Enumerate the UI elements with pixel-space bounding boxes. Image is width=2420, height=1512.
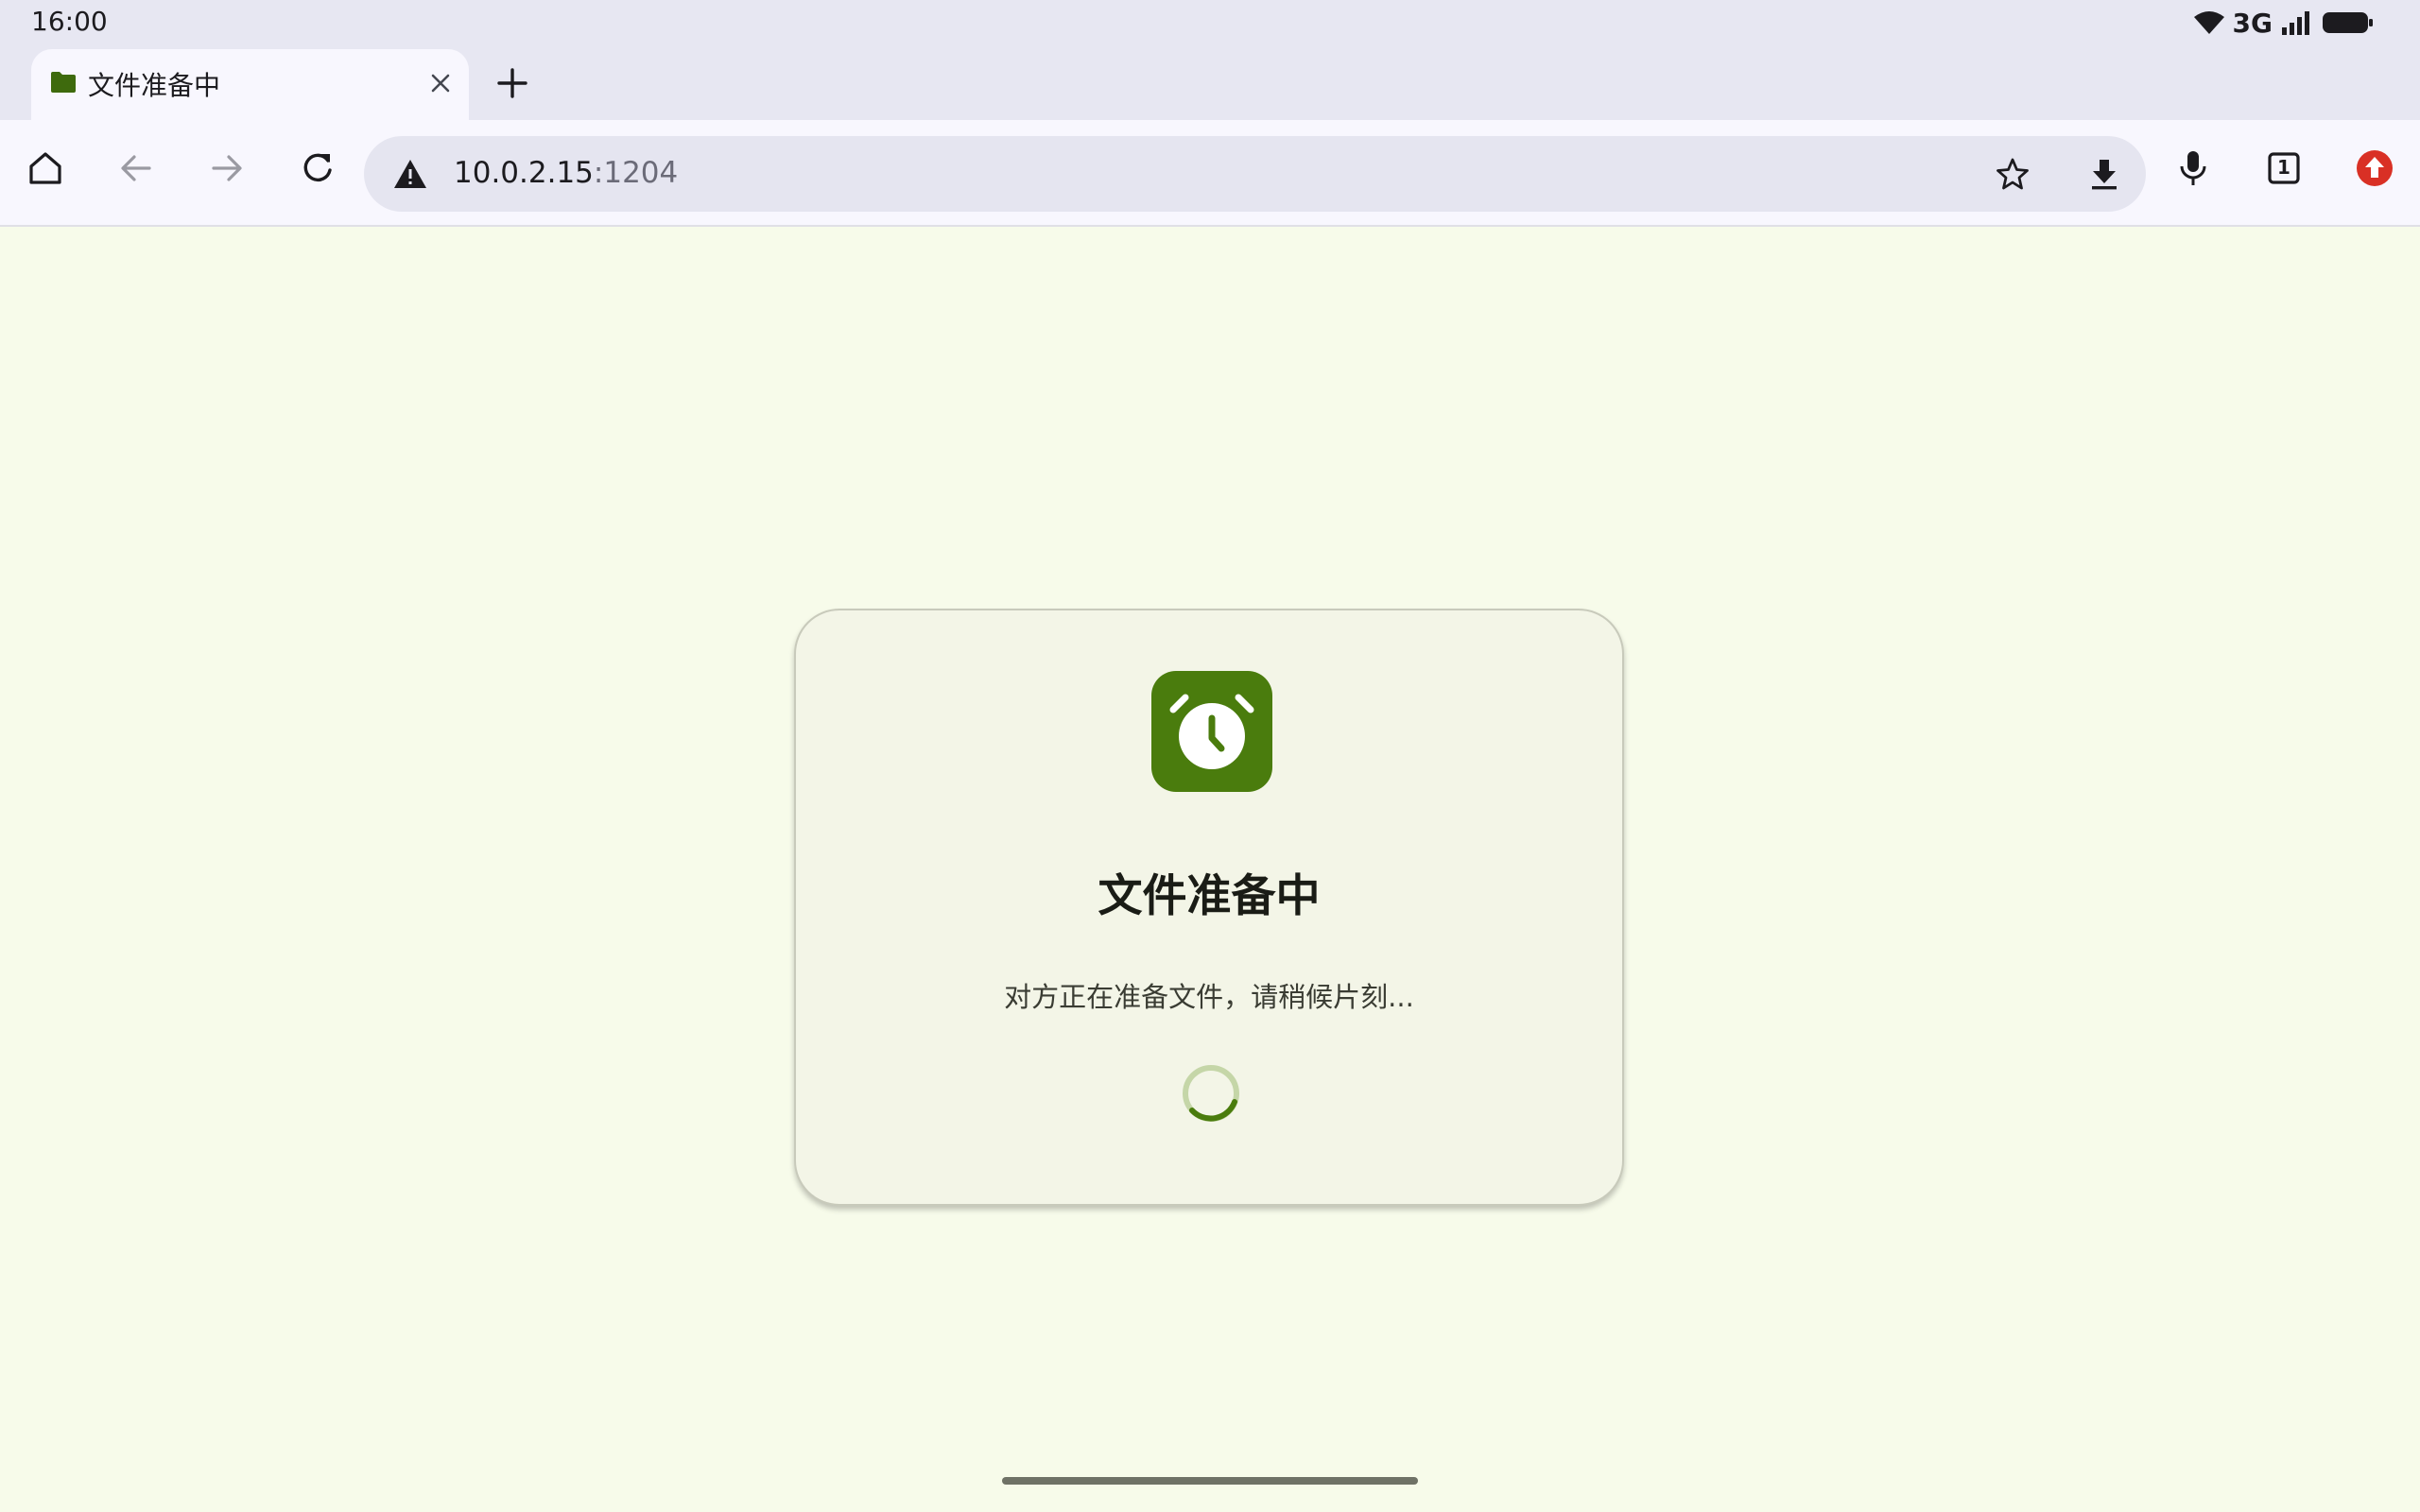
browser-toolbar: 10.0.2.15:1204 1 bbox=[0, 120, 2420, 227]
card-title: 文件准备中 bbox=[1098, 870, 1321, 922]
url-text[interactable]: 10.0.2.15:1204 bbox=[454, 156, 678, 190]
tab-switcher-button[interactable]: 1 bbox=[2263, 147, 2305, 189]
status-bar: 16:00 3G bbox=[0, 0, 2420, 46]
update-available-icon[interactable] bbox=[2354, 147, 2395, 189]
new-tab-plus-icon[interactable] bbox=[492, 62, 533, 104]
home-icon[interactable] bbox=[25, 147, 66, 189]
battery-icon bbox=[2323, 12, 2373, 33]
loading-spinner-icon bbox=[1183, 1065, 1239, 1122]
back-arrow-icon[interactable] bbox=[115, 147, 157, 189]
signal-icon bbox=[2282, 11, 2309, 35]
wifi-icon bbox=[2193, 11, 2224, 34]
tab-strip: 文件准备中 bbox=[0, 46, 2420, 120]
address-bar[interactable]: 10.0.2.15:1204 bbox=[364, 136, 2146, 212]
card-icon-tile bbox=[1151, 671, 1272, 792]
tab-active[interactable]: 文件准备中 bbox=[31, 49, 469, 120]
network-type-label: 3G bbox=[2232, 7, 2273, 39]
not-secure-warning-icon[interactable] bbox=[392, 156, 428, 192]
bookmark-star-icon[interactable] bbox=[1995, 156, 2031, 192]
download-icon[interactable] bbox=[2086, 156, 2122, 192]
status-icons: 3G bbox=[2193, 7, 2375, 39]
file-preparing-card: 文件准备中 对方正在准备文件，请稍候片刻... bbox=[794, 609, 1624, 1206]
alarm-clock-icon bbox=[1169, 694, 1254, 769]
tab-count: 1 bbox=[2277, 156, 2290, 179]
reload-icon[interactable] bbox=[297, 147, 338, 189]
card-message: 对方正在准备文件，请稍候片刻... bbox=[1004, 981, 1414, 1013]
microphone-icon[interactable] bbox=[2172, 147, 2214, 189]
status-time: 16:00 bbox=[31, 6, 108, 37]
forward-arrow-icon[interactable] bbox=[206, 147, 248, 189]
folder-icon bbox=[51, 72, 76, 93]
tab-title: 文件准备中 bbox=[88, 70, 221, 101]
close-tab-icon[interactable] bbox=[425, 68, 456, 98]
url-host: 10.0.2.15 bbox=[454, 156, 594, 190]
url-port: :1204 bbox=[593, 156, 679, 190]
home-indicator[interactable] bbox=[1002, 1477, 1418, 1485]
